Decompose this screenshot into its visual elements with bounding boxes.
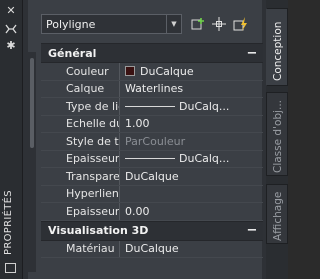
object-type-value: Polyligne <box>46 17 96 31</box>
collapse-icon[interactable]: − <box>241 223 263 238</box>
palette-title-bar[interactable]: ✕ ✱ PROPRIÉTÉS <box>0 0 23 279</box>
toggle-pickadd-icon[interactable] <box>232 15 250 33</box>
section-title: Général <box>48 46 97 60</box>
property-value: DuCalque <box>125 242 179 256</box>
property-label: Epaisseur de... <box>41 150 120 167</box>
property-label: Matériau <box>41 240 120 257</box>
settings-icon[interactable]: ✱ <box>5 40 17 52</box>
palette-title: PROPRIÉTÉS <box>3 190 14 255</box>
property-row-style-de-trace[interactable]: Style de tracé ParCouleur <box>41 133 263 151</box>
customize-icon[interactable] <box>5 263 16 273</box>
tab-classe-objet[interactable]: Classe d'obj... <box>266 92 288 176</box>
property-row-type-de-ligne[interactable]: Type de ligne DuCalq... <box>41 98 263 116</box>
property-value: ParCouleur <box>125 134 186 148</box>
property-row-epaisseur-de-ligne[interactable]: Epaisseur de... DuCalq... <box>41 150 263 168</box>
tab-label: Affichage <box>272 191 284 241</box>
property-row-calque[interactable]: Calque Waterlines <box>41 80 263 98</box>
tab-affichage[interactable]: Affichage <box>266 184 288 244</box>
autohide-icon[interactable] <box>5 23 17 35</box>
property-label: Style de tracé <box>41 133 120 150</box>
color-swatch <box>125 66 135 77</box>
quick-select-icon[interactable] <box>189 15 207 33</box>
property-value: DuCalque <box>125 169 179 183</box>
property-label: Transparence <box>41 168 120 185</box>
chevron-down-icon[interactable]: ▼ <box>166 15 181 33</box>
collapse-icon[interactable]: − <box>241 46 263 61</box>
property-value: 0.00 <box>125 204 150 218</box>
property-label: Calque <box>41 80 120 97</box>
property-value: DuCalq... <box>179 99 230 113</box>
palette-tabs: Conception Classe d'obj... Affichage <box>266 0 288 279</box>
tab-label: Classe d'obj... <box>272 100 284 173</box>
scrollbar-thumb[interactable] <box>30 58 34 148</box>
section-visualisation-3d[interactable]: Visualisation 3D − <box>41 220 263 241</box>
property-value: 1.00 <box>125 117 150 131</box>
lineweight-preview <box>125 158 175 160</box>
object-type-select[interactable]: Polyligne ▼ <box>41 14 182 34</box>
linetype-preview <box>125 105 175 107</box>
property-label: Couleur <box>41 63 120 80</box>
property-row-hyperlien[interactable]: Hyperlien <box>41 185 263 203</box>
property-row-materiau[interactable]: Matériau DuCalque <box>41 240 263 258</box>
property-label: Hyperlien <box>41 185 120 202</box>
property-value: DuCalq... <box>179 152 230 166</box>
section-general[interactable]: Général − <box>41 43 263 63</box>
section-title: Visualisation 3D <box>48 224 149 237</box>
property-row-epaisseur[interactable]: Epaisseur 0.00 <box>41 203 263 221</box>
property-label: Echelle du t... <box>41 115 120 132</box>
properties-toolbar: Polyligne ▼ <box>40 10 264 40</box>
close-icon[interactable]: ✕ <box>5 5 17 17</box>
property-value: DuCalque <box>140 64 194 78</box>
property-value: Waterlines <box>125 82 184 96</box>
property-row-transparence[interactable]: Transparence DuCalque <box>41 168 263 186</box>
property-label: Type de ligne <box>41 98 120 115</box>
tab-label: Conception <box>272 21 284 81</box>
select-objects-icon[interactable] <box>210 15 228 33</box>
properties-palette: ✕ ✱ PROPRIÉTÉS Polyligne ▼ Général − Cou… <box>0 0 288 279</box>
property-row-couleur[interactable]: Couleur DuCalque <box>41 63 263 81</box>
properties-grid: Général − Couleur DuCalque Calque Waterl… <box>41 43 263 279</box>
property-row-echelle[interactable]: Echelle du t... 1.00 <box>41 115 263 133</box>
tab-conception[interactable]: Conception <box>266 8 288 86</box>
property-value <box>120 186 263 203</box>
property-label: Epaisseur <box>41 203 120 220</box>
